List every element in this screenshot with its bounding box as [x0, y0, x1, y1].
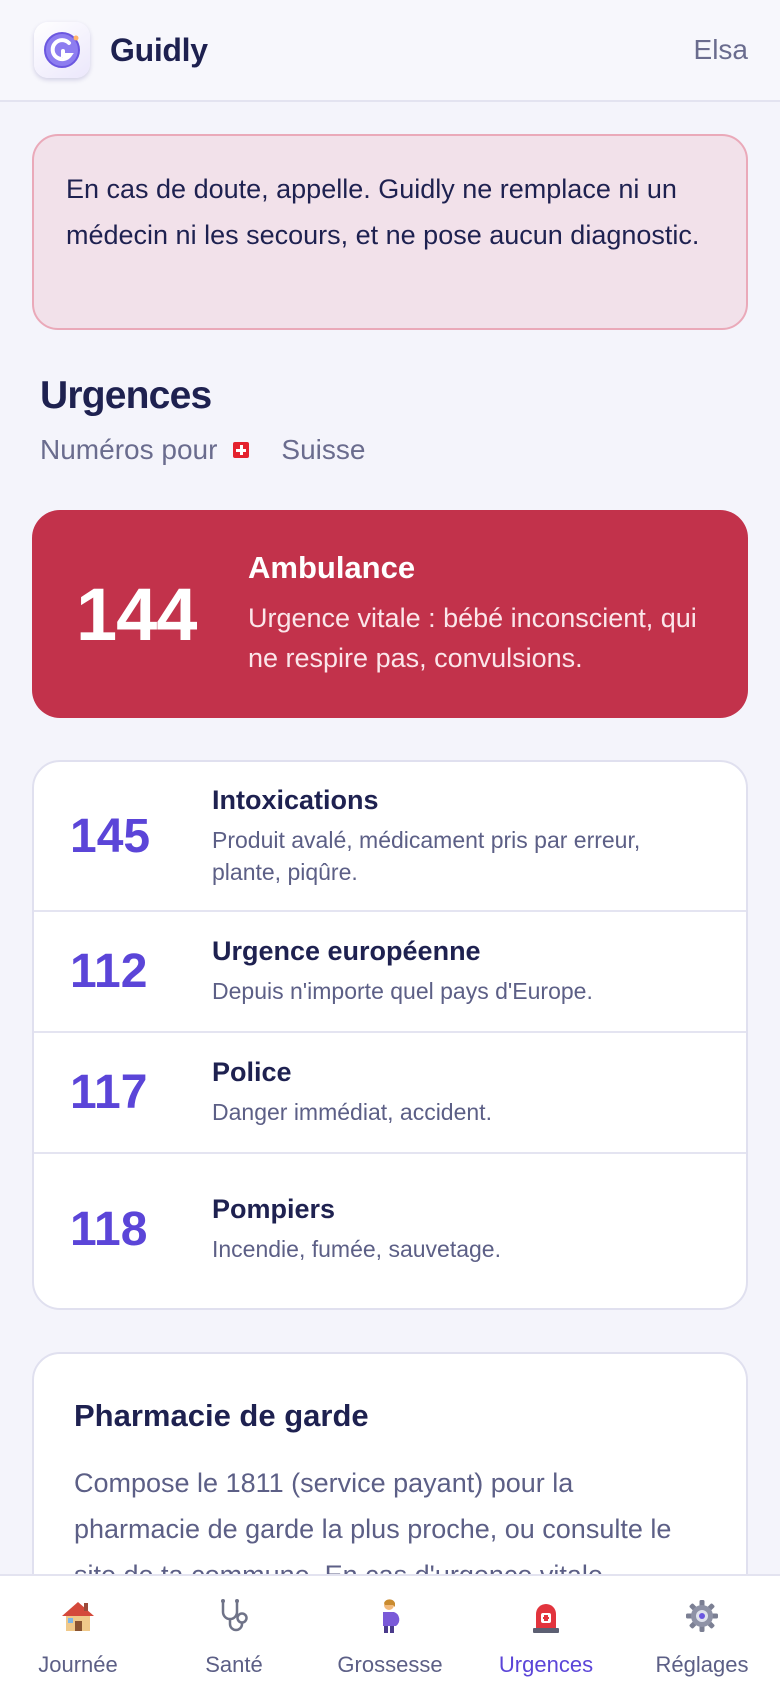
emergency-number-row[interactable]: 118 Pompiers Incendie, fumée, sauvetage.: [34, 1154, 746, 1304]
swiss-flag-icon: [233, 442, 250, 458]
emergency-title: Intoxications: [212, 784, 379, 815]
tab-label: Grossesse: [337, 1652, 443, 1677]
ambulance-description: Urgence vitale : bébé inconscient, qui n…: [248, 603, 697, 673]
emergency-description: Produit avalé, médicament pris par erreu…: [212, 826, 641, 885]
page-title: Urgences: [40, 374, 212, 417]
emergency-info: Pompiers Incendie, fumée, sauvetage.: [212, 1194, 746, 1265]
emergency-title: Urgence européenne: [212, 936, 481, 966]
emergency-number-row[interactable]: 117 Police Danger immédiat, accident.: [34, 1033, 746, 1154]
emergency-info: Intoxications Produit avalé, médicament …: [212, 785, 746, 888]
emergency-number: 118: [70, 1202, 148, 1256]
emergency-number: 145: [70, 809, 151, 863]
country-name: Suisse: [281, 434, 366, 465]
emergency-numbers-list: 145 Intoxications Produit avalé, médicam…: [32, 760, 748, 1310]
app-name: Guidly: [110, 31, 208, 68]
emergency-description: Depuis n'importe quel pays d'Europe.: [212, 978, 593, 1004]
app-header: Guidly Elsa: [0, 0, 780, 102]
user-name-button[interactable]: Elsa: [694, 34, 748, 66]
tab-label: Réglages: [655, 1652, 749, 1677]
bottom-tab-bar: Journée Santé Grossesse Urgences Réglage…: [0, 1574, 780, 1688]
emergency-info: Police Danger immédiat, accident.: [212, 1057, 746, 1128]
pregnant-woman-icon: [370, 1596, 410, 1636]
tab-reglages[interactable]: Réglages: [624, 1576, 780, 1688]
emergency-description: Danger immédiat, accident.: [212, 1099, 492, 1125]
stethoscope-icon: [214, 1596, 254, 1636]
tab-sante[interactable]: Santé: [156, 1576, 312, 1688]
tab-label: Santé: [205, 1652, 263, 1677]
emergency-number-row[interactable]: 112 Urgence européenne Depuis n'importe …: [34, 912, 746, 1033]
tab-grossesse[interactable]: Grossesse: [312, 1576, 468, 1688]
emergency-number: 117: [70, 1066, 148, 1119]
tab-label: Journée: [38, 1652, 118, 1677]
emergency-number: 112: [70, 945, 148, 998]
ambulance-call-card[interactable]: 144 Ambulance Urgence vitale : bébé inco…: [32, 510, 748, 718]
emergency-title: Pompiers: [212, 1193, 336, 1224]
tab-label: Urgences: [498, 1652, 594, 1677]
emergency-description: Incendie, fumée, sauvetage.: [212, 1235, 501, 1262]
ambulance-number: 144: [76, 572, 197, 656]
country-subtitle: Numéros pour Suisse: [40, 432, 365, 468]
siren-icon: [526, 1596, 566, 1636]
emergency-number-row[interactable]: 145 Intoxications Produit avalé, médicam…: [34, 762, 746, 912]
disclaimer-banner: En cas de doute, appelle. Guidly ne remp…: [32, 134, 748, 330]
pharmacy-title: Pharmacie de garde: [74, 1398, 369, 1433]
ambulance-title: Ambulance: [248, 550, 416, 585]
emergency-title: Police: [212, 1057, 292, 1087]
subtitle-prefix: Numéros pour: [40, 434, 218, 465]
ambulance-info: Ambulance Urgence vitale : bébé inconsci…: [248, 550, 748, 678]
tab-journee[interactable]: Journée: [0, 1576, 156, 1688]
house-icon: [58, 1596, 98, 1636]
gear-icon: [682, 1596, 722, 1636]
app-logo-icon[interactable]: [34, 22, 90, 78]
emergency-info: Urgence européenne Depuis n'importe quel…: [212, 936, 746, 1007]
tab-urgences[interactable]: Urgences: [468, 1576, 624, 1688]
disclaimer-text: En cas de doute, appelle. Guidly ne remp…: [66, 174, 700, 250]
